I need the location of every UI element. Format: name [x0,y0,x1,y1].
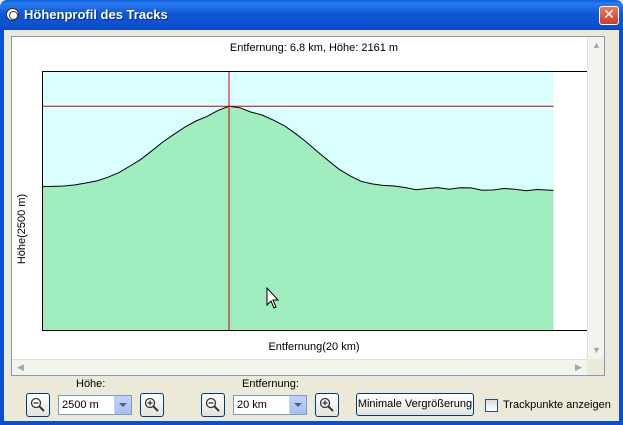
hoehe-select-value: 2500 m [62,399,99,411]
chevron-down-icon[interactable] [114,396,131,414]
vertical-scrollbar[interactable]: ▲ ▼ [587,37,604,359]
trackpoints-checkbox[interactable] [485,399,498,412]
elevation-chart[interactable]: Entfernung: 6.8 km, Höhe: 2161 m Höhe(25… [14,39,592,357]
scroll-corner [587,359,604,375]
entfernung-label: Entfernung: [242,378,299,390]
entfernung-select[interactable]: 20 km [233,395,307,415]
scroll-right-arrow-icon[interactable]: ▶ [571,360,586,375]
x-axis-label: Entfernung(20 km) [268,341,359,353]
hoehe-select[interactable]: 2500 m [58,395,132,415]
window-title: Höhenprofil des Tracks [24,7,168,22]
zoom-in-icon [144,397,159,412]
hoehe-zoom-out-button[interactable] [26,393,50,417]
window-client: Entfernung: 6.8 km, Höhe: 2161 m Höhe(25… [4,30,619,421]
horizontal-scrollbar[interactable]: ◀ ▶ [12,359,587,375]
y-axis-label: Höhe(2500 m) [16,194,28,264]
entfernung-zoom-in-button[interactable] [315,393,339,417]
trackpoints-label[interactable]: Trackpunkte anzeigen [503,399,611,411]
title-bar[interactable]: Höhenprofil des Tracks ✕ [0,0,623,30]
zoom-out-icon [30,397,45,412]
hoehe-zoom-in-button[interactable] [140,393,164,417]
elevation-chart-svg[interactable]: Entfernung: 6.8 km, Höhe: 2161 m Höhe(25… [14,39,592,357]
entfernung-zoom-out-button[interactable] [201,393,225,417]
entfernung-select-value: 20 km [237,399,267,411]
cursor-readout: Entfernung: 6.8 km, Höhe: 2161 m [230,42,398,54]
minimal-zoom-button[interactable]: Minimale Vergrößerung [356,393,474,416]
window-frame-bottom [0,421,623,425]
hoehe-label: Höhe: [76,378,106,390]
scroll-left-arrow-icon[interactable]: ◀ [13,360,28,375]
globe-icon [6,8,19,21]
close-button[interactable]: ✕ [599,6,619,25]
plot-area[interactable] [41,71,592,331]
scroll-down-arrow-icon[interactable]: ▼ [589,343,604,358]
chevron-down-icon[interactable] [289,396,306,414]
profile-scroll-pane: Entfernung: 6.8 km, Höhe: 2161 m Höhe(25… [11,36,605,376]
scroll-up-arrow-icon[interactable]: ▲ [589,38,604,53]
window-frame-right [619,30,623,425]
zoom-out-icon [205,397,220,412]
zoom-in-icon [319,397,334,412]
zoom-toolbar: Höhe: 2500 m Entfernung: 20 km Minimale … [4,376,619,421]
